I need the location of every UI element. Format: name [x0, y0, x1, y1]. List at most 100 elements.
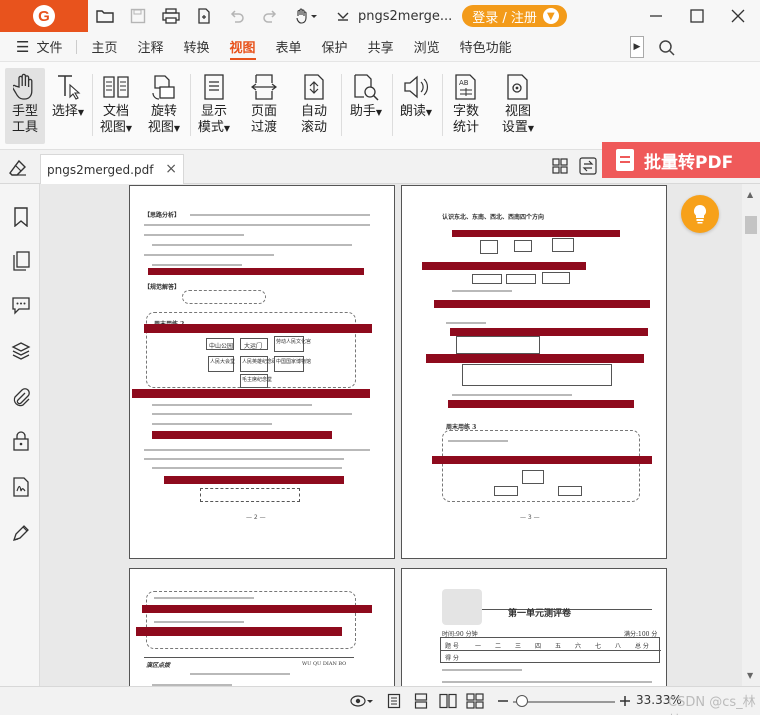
display-mode-button[interactable]: 显示 模式▼ — [194, 68, 234, 144]
ribbon-separator — [92, 74, 93, 136]
hand-tool-dropdown-icon[interactable] — [286, 0, 326, 32]
search-icon — [659, 40, 675, 56]
chevron-down-icon: ▼ — [542, 8, 559, 24]
rotate-view-button[interactable]: 旋转 视图▼ — [144, 68, 184, 144]
menu-file[interactable]: ☰ 文件 — [0, 32, 72, 62]
svg-text:AB: AB — [459, 79, 469, 87]
redaction-bar — [448, 400, 634, 408]
open-folder-icon[interactable] — [88, 0, 121, 32]
redaction-bar — [142, 605, 372, 613]
document-tab[interactable]: pngs2merged.pdf × — [40, 154, 184, 184]
scrollbar-thumb[interactable] — [745, 216, 757, 234]
attachment-icon[interactable] — [10, 386, 32, 408]
menu-comment[interactable]: 注释 — [127, 32, 173, 62]
menu-form[interactable]: 表单 — [266, 32, 312, 62]
save-icon[interactable] — [121, 0, 154, 32]
close-window-button[interactable] — [718, 0, 758, 32]
zoom-in-icon[interactable] — [616, 692, 634, 710]
house-illustration — [514, 240, 532, 252]
menu-more-button[interactable]: ▶ — [630, 36, 644, 58]
search-button[interactable] — [656, 37, 678, 59]
select-tool-button[interactable]: 选择▼ — [50, 68, 86, 144]
pdf-page-5: 第一单元测评卷 时间:90 分钟 满分:100 分 题 号 一 二 三 四 五 … — [401, 568, 667, 686]
undo-icon[interactable] — [220, 0, 253, 32]
hand-tool-button[interactable]: 手型 工具 — [5, 68, 45, 144]
scroll-down-icon[interactable]: ▼ — [747, 671, 753, 680]
menu-features[interactable]: 特色功能 — [450, 32, 522, 62]
auto-scroll-button[interactable]: 自动 滚动 — [294, 68, 334, 144]
zoom-out-icon[interactable] — [494, 692, 512, 710]
document-view-button[interactable]: 文档 视图▼ — [96, 68, 136, 144]
view-settings-button[interactable]: 视图 设置▼ — [496, 68, 540, 144]
word-count-icon: AB — [451, 70, 481, 104]
exercise-frame — [146, 591, 356, 649]
map-box: 中国国家博物馆 — [274, 356, 311, 372]
display-mode-icon — [199, 70, 229, 104]
oval-flow — [182, 290, 266, 304]
app-logo[interactable]: G — [0, 0, 88, 32]
house-illustration — [552, 238, 574, 252]
minimize-button[interactable] — [636, 0, 676, 32]
maximize-button[interactable] — [677, 0, 717, 32]
scroll-up-icon[interactable]: ▲ — [747, 190, 753, 199]
security-lock-icon[interactable] — [10, 430, 32, 452]
page-number: — 3 — — [520, 514, 540, 521]
vertical-scrollbar[interactable]: ▲ ▼ — [742, 184, 760, 686]
text-line — [448, 440, 508, 442]
title-dropdown-icon[interactable] — [336, 10, 350, 22]
book-view-icon — [101, 70, 131, 104]
ribbon-separator — [442, 74, 443, 136]
close-tab-icon[interactable]: × — [165, 161, 177, 177]
magnifier-doc-icon — [351, 70, 381, 104]
zoom-slider-knob[interactable] — [516, 695, 528, 707]
single-page-icon[interactable] — [385, 692, 403, 710]
document-icon — [616, 149, 634, 171]
maximize-icon — [690, 9, 704, 23]
grid-view-icon[interactable] — [550, 156, 570, 176]
login-label: 登录 / 注册 — [472, 10, 537, 26]
read-aloud-button[interactable]: 朗读▼ — [396, 68, 436, 144]
menu-convert[interactable]: 转换 — [174, 32, 220, 62]
menu-bar: ☰ 文件 主页 注释 转换 视图 表单 保护 共享 浏览 特色功能 ▶ — [0, 32, 760, 62]
menu-view[interactable]: 视图 — [220, 32, 266, 62]
map-box: 中山公园 — [206, 338, 234, 350]
menu-share[interactable]: 共享 — [358, 32, 404, 62]
pen-tools-icon[interactable] — [10, 522, 32, 544]
menu-protect[interactable]: 保护 — [312, 32, 358, 62]
redo-icon[interactable] — [253, 0, 286, 32]
new-document-icon[interactable] — [187, 0, 220, 32]
document-title: pngs2merge... — [336, 9, 452, 24]
auto-scroll-icon — [299, 70, 329, 104]
comment-icon[interactable] — [10, 294, 32, 316]
eraser-icon[interactable] — [8, 158, 28, 182]
page-transition-button[interactable]: 页面 过渡 — [244, 68, 284, 144]
text-line — [144, 224, 370, 226]
continuous-facing-icon[interactable] — [466, 692, 484, 710]
login-register-button[interactable]: 登录 / 注册 ▼ — [462, 5, 567, 27]
continuous-page-icon[interactable] — [412, 692, 430, 710]
title-bar: G pngs2merge... 登录 / 注册 ▼ — [0, 0, 760, 32]
signature-document-icon[interactable] — [10, 476, 32, 498]
diagram-box — [200, 488, 300, 502]
document-title-text: pngs2merge... — [358, 8, 453, 24]
layers-icon[interactable] — [10, 340, 32, 362]
pages-thumbnail-icon[interactable] — [10, 250, 32, 272]
redaction-bar — [148, 268, 364, 275]
read-mode-dropdown[interactable] — [348, 692, 376, 710]
menu-home[interactable]: 主页 — [81, 32, 127, 62]
batch-convert-pdf-button[interactable]: 批量转PDF — [602, 142, 760, 178]
redaction-bar — [450, 328, 648, 336]
assistant-button[interactable]: 助手▼ — [346, 68, 386, 144]
document-viewport[interactable]: 【思路分析】 【规范解答】 周末用练 2 中山公园 大运门 劳动人民文化宫 人民… — [40, 184, 742, 686]
menu-separator — [76, 39, 78, 54]
word-count-button[interactable]: AB 字数 统计 — [446, 68, 486, 144]
section-title: 演区点拨 — [146, 662, 171, 669]
facing-pages-icon[interactable] — [439, 692, 457, 710]
bookmark-icon[interactable] — [10, 206, 32, 228]
ai-assistant-bulb-button[interactable] — [681, 195, 719, 233]
zoom-slider-track[interactable] — [513, 701, 615, 703]
print-icon[interactable] — [154, 0, 187, 32]
convert-swap-icon[interactable] — [578, 156, 598, 176]
redaction-bar — [452, 230, 620, 237]
menu-browse[interactable]: 浏览 — [404, 32, 450, 62]
